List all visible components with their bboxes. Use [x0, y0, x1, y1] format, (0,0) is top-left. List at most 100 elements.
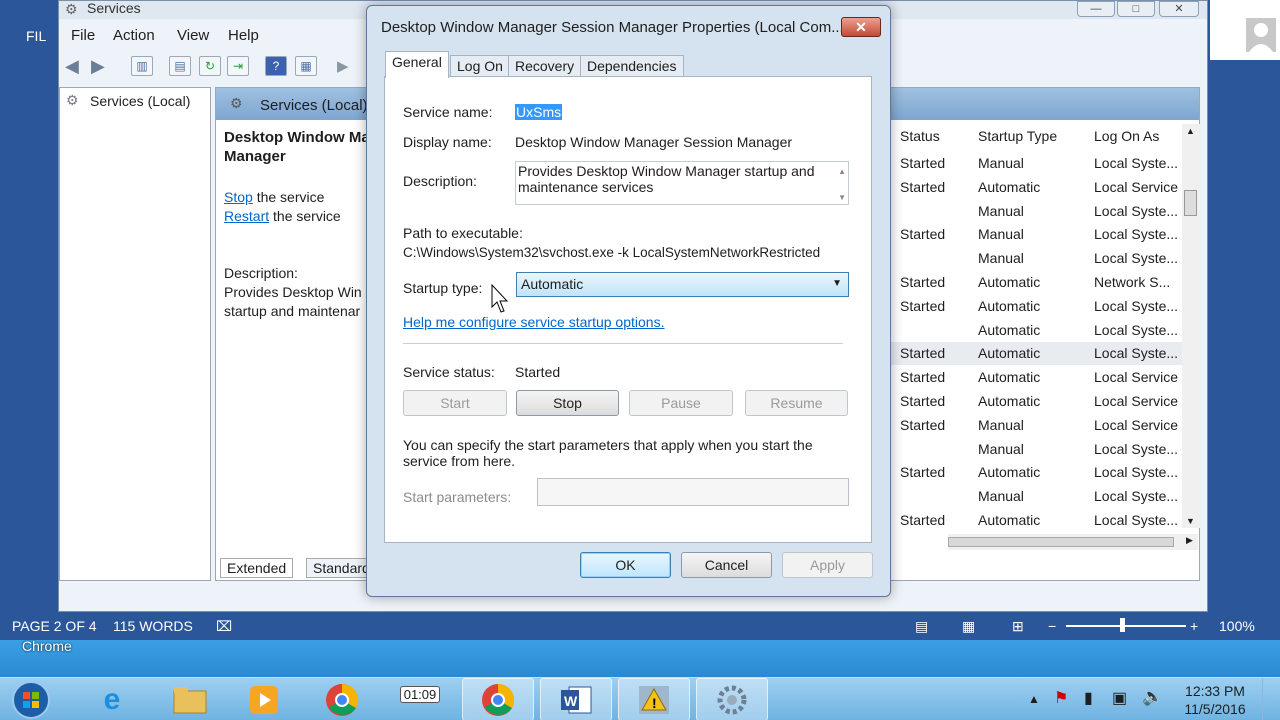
tab-extended[interactable]: Extended: [220, 558, 294, 578]
page-count[interactable]: PAGE 2 OF 4: [12, 618, 97, 634]
help-icon[interactable]: ?: [265, 56, 287, 76]
table-row[interactable]: Started Automatic Local Syste...: [886, 461, 1194, 484]
minimize-button[interactable]: —: [1077, 1, 1115, 17]
word-count[interactable]: 115 WORDS: [113, 618, 193, 634]
tab-recovery[interactable]: Recovery: [508, 55, 582, 77]
menu-file[interactable]: File: [71, 27, 95, 44]
table-row[interactable]: Started Automatic Local Service: [886, 176, 1194, 199]
back-arrow-icon[interactable]: ◀: [65, 56, 79, 77]
console-tree-icon[interactable]: ▥: [131, 56, 153, 76]
web-layout-icon[interactable]: ⊞: [1012, 618, 1024, 635]
play-icon[interactable]: ▶: [337, 57, 349, 75]
volume-icon[interactable]: 🔈: [1142, 687, 1163, 707]
show-hidden-icons[interactable]: ▲: [1028, 692, 1040, 706]
scroll-down-icon[interactable]: ▼: [1186, 516, 1195, 526]
menu-help[interactable]: Help: [228, 27, 259, 44]
table-row[interactable]: Started Automatic Local Syste...: [886, 295, 1194, 318]
table-row[interactable]: Started Automatic Network S...: [886, 271, 1194, 294]
refresh-icon[interactable]: ↻: [199, 56, 221, 76]
system-clock[interactable]: 12:33 PM 11/5/2016: [1180, 682, 1250, 718]
start-button[interactable]: [0, 678, 62, 720]
apply-button[interactable]: Apply: [782, 552, 873, 578]
taskbar-word[interactable]: W: [540, 678, 612, 720]
vertical-scrollbar[interactable]: ▲ ▼: [1182, 124, 1200, 528]
network-flag-icon[interactable]: ⚑: [1054, 688, 1068, 708]
restart-service-link[interactable]: Restart: [224, 208, 269, 224]
scroll-right-icon[interactable]: ▶: [1186, 535, 1193, 546]
stop-button[interactable]: Stop: [516, 390, 619, 416]
stop-service-link[interactable]: Stop: [224, 189, 253, 205]
cancel-button[interactable]: Cancel: [681, 552, 772, 578]
table-row[interactable]: Started Manual Local Service: [886, 414, 1194, 437]
read-mode-icon[interactable]: ▤: [915, 618, 928, 635]
row-startup: Automatic: [978, 464, 1041, 481]
path-value[interactable]: C:\Windows\System32\svchost.exe -k Local…: [403, 245, 820, 260]
hscroll-thumb[interactable]: [948, 537, 1174, 547]
properties-list-icon[interactable]: ▤: [169, 56, 191, 76]
export-icon[interactable]: ⇥: [227, 56, 249, 76]
tree-item-services-local[interactable]: Services (Local): [90, 93, 190, 109]
table-row[interactable]: Started Automatic Local Syste...: [886, 509, 1194, 532]
close-button[interactable]: ✕: [1159, 1, 1199, 17]
table-row[interactable]: Started Automatic Local Syste...: [886, 342, 1194, 366]
zoom-out-icon[interactable]: −: [1048, 618, 1056, 634]
table-row[interactable]: Started Automatic Local Service: [886, 390, 1194, 413]
column-startup-type[interactable]: Startup Type: [978, 128, 1057, 144]
desc-scroll-down-icon[interactable]: ▼: [838, 190, 846, 206]
show-desktop-button[interactable]: [1262, 678, 1280, 720]
scroll-up-icon[interactable]: ▲: [1186, 126, 1195, 136]
menu-action[interactable]: Action: [113, 27, 155, 44]
taskbar-chrome[interactable]: [306, 678, 378, 720]
service-name-value[interactable]: UxSms: [515, 104, 563, 120]
zoom-slider[interactable]: [1066, 625, 1186, 627]
taskbar-media-player[interactable]: [228, 678, 300, 720]
desc-scroll-up-icon[interactable]: ▲: [838, 164, 846, 180]
ok-button[interactable]: OK: [580, 552, 671, 578]
row-status: Started: [900, 297, 946, 314]
horizontal-scrollbar[interactable]: ▶: [948, 534, 1198, 550]
power-icon[interactable]: ▣: [1112, 688, 1127, 708]
table-row[interactable]: Manual Local Syste...: [886, 200, 1194, 223]
menu-view[interactable]: View: [177, 27, 209, 44]
zoom-in-icon[interactable]: +: [1190, 618, 1198, 634]
table-row[interactable]: Manual Local Syste...: [886, 485, 1194, 508]
print-layout-icon[interactable]: ▦: [962, 618, 975, 635]
tab-log-on[interactable]: Log On: [450, 55, 510, 77]
column-log-on-as[interactable]: Log On As: [1094, 128, 1159, 144]
row-logon: Local Service: [1094, 369, 1179, 386]
scroll-thumb[interactable]: [1184, 190, 1197, 216]
column-status[interactable]: Status: [900, 128, 940, 144]
tab-dependencies[interactable]: Dependencies: [580, 55, 684, 77]
description-box[interactable]: Provides Desktop Window Manager startup …: [515, 161, 849, 205]
forward-arrow-icon[interactable]: ▶: [91, 56, 105, 77]
help-configure-link[interactable]: Help me configure service startup option…: [403, 314, 664, 330]
table-row[interactable]: Manual Local Syste...: [886, 247, 1194, 270]
maximize-button[interactable]: □: [1117, 1, 1155, 17]
word-file-tab[interactable]: FIL: [26, 28, 46, 44]
table-row[interactable]: Manual Local Syste...: [886, 438, 1194, 461]
table-row[interactable]: Automatic Local Syste...: [886, 319, 1194, 342]
zoom-thumb[interactable]: [1120, 618, 1125, 632]
table-row[interactable]: Started Automatic Local Service: [886, 366, 1194, 389]
tab-general[interactable]: General: [385, 51, 449, 78]
table-row[interactable]: Started Manual Local Syste...: [886, 152, 1194, 175]
view-icon[interactable]: ▦: [295, 56, 317, 76]
chrome-icon: [326, 683, 359, 716]
taskbar-explorer[interactable]: [154, 678, 226, 720]
display-name-value[interactable]: Desktop Window Manager Session Manager: [515, 134, 792, 150]
taskbar-recorder[interactable]: 01:09: [384, 678, 456, 720]
start-params-input[interactable]: [537, 478, 849, 506]
taskbar-ie[interactable]: e: [76, 678, 148, 720]
zoom-level[interactable]: 100%: [1219, 618, 1255, 634]
dialog-close-button[interactable]: ✕: [841, 17, 881, 37]
proofing-icon[interactable]: ⌧: [216, 618, 232, 635]
table-row[interactable]: Started Manual Local Syste...: [886, 223, 1194, 246]
signal-icon[interactable]: ▮: [1084, 688, 1093, 708]
pause-button[interactable]: Pause: [629, 390, 733, 416]
taskbar-services[interactable]: [696, 678, 768, 720]
taskbar-action-center[interactable]: !: [618, 678, 690, 720]
start-button[interactable]: Start: [403, 390, 507, 416]
resume-button[interactable]: Resume: [745, 390, 848, 416]
startup-type-select[interactable]: Automatic ▼: [516, 272, 849, 297]
taskbar-chrome-2[interactable]: [462, 678, 534, 720]
